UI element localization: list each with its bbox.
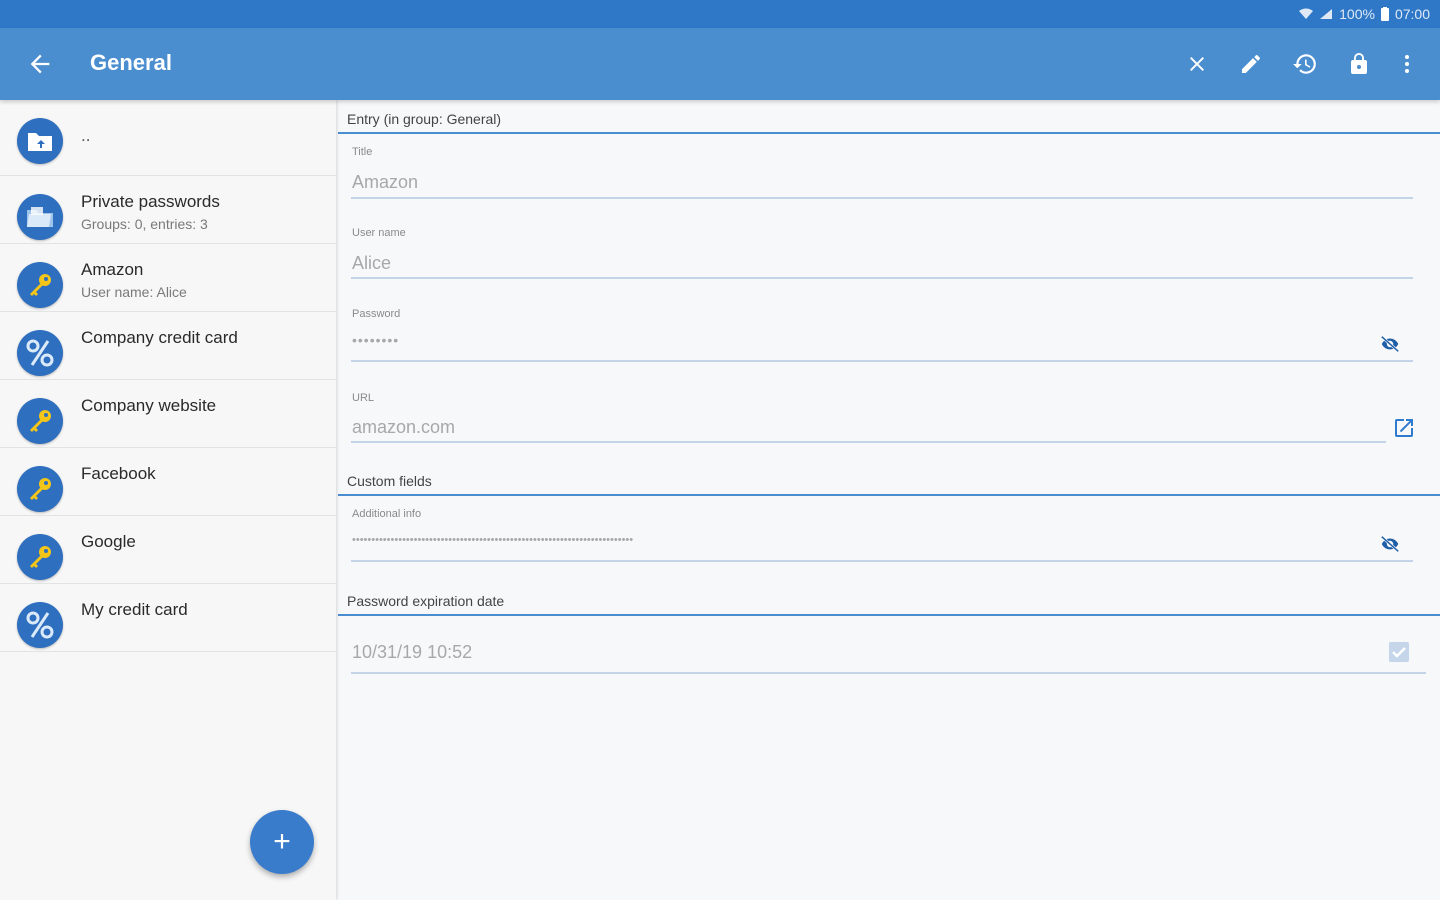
battery-icon bbox=[1380, 7, 1389, 21]
entry-section-title: Entry (in group: General) bbox=[347, 111, 502, 127]
percent-icon bbox=[17, 602, 63, 648]
open-in-new-icon[interactable] bbox=[1390, 414, 1418, 442]
username-field-label: User name bbox=[352, 227, 406, 239]
history-icon[interactable] bbox=[1291, 50, 1319, 78]
url-field[interactable]: amazon.com bbox=[352, 417, 455, 438]
list-item-title: Company website bbox=[81, 396, 217, 415]
username-field[interactable]: Alice bbox=[352, 253, 391, 274]
expiration-date-underline bbox=[351, 672, 1426, 674]
list-item-parent[interactable]: .. bbox=[0, 100, 336, 176]
additional-info-label: Additional info bbox=[352, 508, 422, 520]
lock-icon[interactable] bbox=[1345, 50, 1373, 78]
entry-section-header: Entry (in group: General) bbox=[338, 100, 1440, 134]
title-field-underline bbox=[351, 197, 1413, 199]
arrow-left-icon[interactable] bbox=[26, 50, 54, 78]
list-item-title: Company credit card bbox=[81, 328, 238, 347]
more-vert-icon[interactable] bbox=[1393, 50, 1421, 78]
expiration-date-field[interactable]: 10/31/19 10:52 bbox=[352, 642, 472, 663]
list-item[interactable]: Company website bbox=[0, 380, 336, 448]
key-icon bbox=[17, 534, 63, 580]
add-entry-button[interactable]: + bbox=[250, 810, 314, 874]
key-icon bbox=[17, 398, 63, 444]
clock: 07:00 bbox=[1394, 6, 1430, 22]
app-bar: General bbox=[0, 28, 1440, 100]
password-field-underline bbox=[351, 360, 1413, 362]
list-item-subtitle: User name: Alice bbox=[81, 284, 187, 300]
url-field-label: URL bbox=[352, 392, 375, 404]
folder-icon bbox=[17, 194, 63, 240]
plus-icon: + bbox=[273, 825, 291, 858]
list-item-title: Google bbox=[81, 532, 136, 551]
username-field-underline bbox=[351, 277, 1413, 279]
percent-icon bbox=[17, 330, 63, 376]
key-icon bbox=[17, 262, 63, 308]
entry-detail: Entry (in group: General) Title Amazon U… bbox=[338, 100, 1440, 900]
password-field[interactable]: •••••••• bbox=[352, 332, 399, 348]
pencil-icon[interactable] bbox=[1237, 50, 1265, 78]
status-bar: 100% 07:00 bbox=[0, 0, 1440, 28]
wifi-icon bbox=[1299, 8, 1314, 20]
list-item[interactable]: Company credit card bbox=[0, 312, 336, 380]
signal-icon bbox=[1319, 8, 1333, 20]
list-item[interactable]: Private passwords Groups: 0, entries: 3 bbox=[0, 176, 336, 244]
list-item-title: Facebook bbox=[81, 464, 156, 483]
visibility-off-icon[interactable] bbox=[1376, 330, 1404, 358]
key-icon bbox=[17, 466, 63, 512]
list-item-title: Private passwords bbox=[81, 192, 220, 211]
title-field-label: Title bbox=[352, 146, 373, 158]
url-field-underline bbox=[351, 441, 1386, 443]
page-title: General bbox=[90, 50, 172, 75]
expiration-checkbox[interactable] bbox=[1385, 638, 1413, 666]
custom-fields-title: Custom fields bbox=[347, 473, 432, 489]
entry-list: .. Private passwords Groups: 0, entries:… bbox=[0, 100, 336, 900]
list-item[interactable]: Facebook bbox=[0, 448, 336, 516]
list-item[interactable]: Google bbox=[0, 516, 336, 584]
battery-percent: 100% bbox=[1339, 6, 1375, 22]
visibility-off-icon[interactable] bbox=[1376, 530, 1404, 558]
additional-info-field[interactable]: ••••••••••••••••••••••••••••••••••••••••… bbox=[352, 534, 922, 546]
additional-info-underline bbox=[351, 560, 1413, 562]
list-item[interactable]: My credit card bbox=[0, 584, 336, 652]
password-field-label: Password bbox=[352, 308, 401, 320]
close-icon[interactable] bbox=[1183, 50, 1211, 78]
list-item-subtitle: Groups: 0, entries: 3 bbox=[81, 216, 208, 232]
expiration-title: Password expiration date bbox=[347, 593, 505, 609]
list-item-title: My credit card bbox=[81, 600, 188, 619]
expiration-header: Password expiration date bbox=[338, 582, 1440, 616]
folder-up-icon bbox=[17, 118, 63, 164]
title-field[interactable]: Amazon bbox=[352, 172, 418, 193]
list-item[interactable]: Amazon User name: Alice bbox=[0, 244, 336, 312]
custom-fields-header: Custom fields bbox=[338, 462, 1440, 496]
list-item-label: .. bbox=[81, 126, 91, 145]
list-item-title: Amazon bbox=[81, 260, 144, 279]
